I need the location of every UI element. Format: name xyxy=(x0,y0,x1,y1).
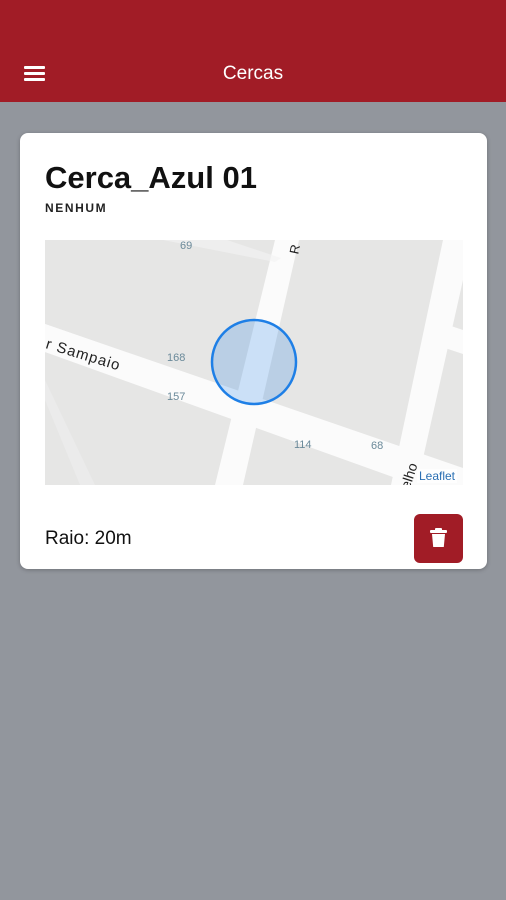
delete-fence-button[interactable] xyxy=(414,514,463,563)
fence-name: Cerca_Azul 01 xyxy=(45,160,257,195)
fence-map[interactable]: r Sampaio elho R 69 168 157 114 68 Leafl… xyxy=(45,240,463,485)
map-house-number: 157 xyxy=(167,391,185,403)
map-house-number: 114 xyxy=(294,439,312,451)
app-header: Cercas xyxy=(0,0,506,102)
trash-icon xyxy=(430,528,447,547)
leaflet-attribution-link[interactable]: Leaflet xyxy=(416,469,457,483)
fence-card: Cerca_Azul 01 NENHUM r Sampaio elho R 69… xyxy=(20,133,487,569)
map-house-number: 168 xyxy=(167,352,185,364)
page-title: Cercas xyxy=(222,63,284,84)
fence-radius: Raio: 20m xyxy=(45,528,132,549)
map-tiles: r Sampaio elho R 69 168 157 114 68 xyxy=(45,240,463,485)
map-house-number: 69 xyxy=(180,240,192,252)
fence-circle[interactable] xyxy=(210,318,298,406)
map-house-number: 68 xyxy=(371,440,383,452)
fence-subtitle: NENHUM xyxy=(45,201,108,215)
